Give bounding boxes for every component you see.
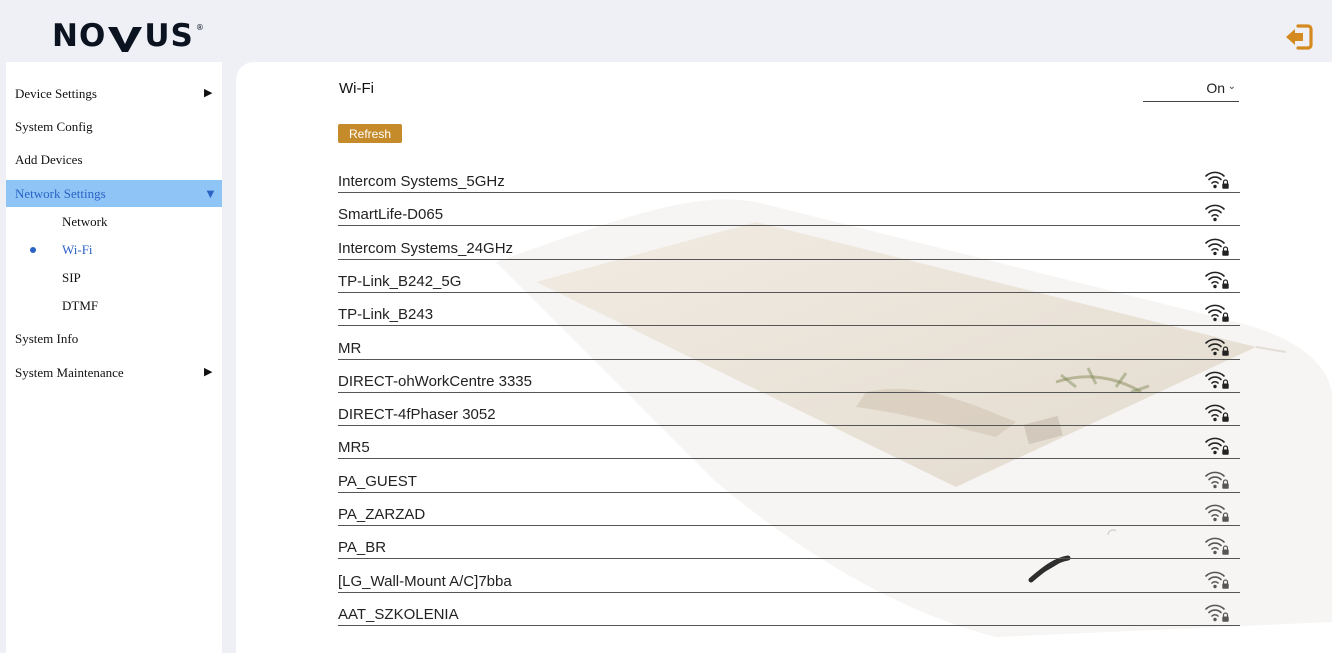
wifi-ssid: MR — [338, 340, 362, 357]
wifi-ssid: TP-Link_B242_5G — [338, 273, 462, 290]
main-panel: Wi-Fi On ⌄ Refresh Intercom Systems_5GHz… — [236, 62, 1332, 653]
wifi-network-row[interactable]: PA_BR — [338, 525, 1240, 559]
wifi-locked-icon — [1205, 504, 1229, 522]
wifi-ssid: Intercom Systems_5GHz — [338, 173, 505, 190]
sidebar-subitem-label: Network — [62, 214, 108, 229]
sidebar-item-system-maintenance[interactable]: System Maintenance ▶ — [6, 359, 222, 386]
sidebar-item-device-settings[interactable]: Device Settings ▶ — [6, 80, 222, 107]
sidebar-subitem-label: SIP — [62, 270, 81, 285]
sidebar-subitem-label: DTMF — [62, 298, 99, 313]
wifi-locked-icon — [1205, 338, 1229, 356]
wifi-network-row[interactable]: MR — [338, 326, 1240, 360]
wifi-locked-icon — [1205, 604, 1229, 622]
sidebar-subitem-network[interactable]: Network — [6, 209, 222, 235]
novus-logo: NO US ® — [52, 18, 205, 54]
wifi-ssid: PA_GUEST — [338, 473, 417, 490]
wifi-locked-icon — [1205, 537, 1229, 555]
sidebar-item-label: Device Settings — [15, 86, 97, 101]
top-bar: NO US ® — [0, 0, 1332, 62]
wifi-locked-icon — [1205, 471, 1229, 489]
chevron-down-icon: ⌄ — [1227, 81, 1236, 92]
wifi-network-row[interactable]: AAT_SZKOLENIA — [338, 592, 1240, 626]
sidebar-subitem-label: Wi-Fi — [62, 242, 93, 257]
sidebar-item-system-info[interactable]: System Info — [6, 325, 222, 352]
expand-arrow-icon: ▶ — [204, 87, 213, 99]
wifi-ssid: SmartLife-D065 — [338, 206, 444, 223]
wifi-ssid: DIRECT-4fPhaser 3052 — [338, 406, 496, 423]
sidebar: Device Settings ▶ System Config Add Devi… — [6, 62, 222, 653]
sidebar-item-label: Network Settings — [15, 186, 106, 201]
wifi-toggle-select[interactable]: On ⌄ — [1143, 75, 1239, 102]
wifi-locked-icon — [1205, 404, 1229, 422]
current-page-dot-icon — [30, 247, 36, 253]
wifi-icon — [1205, 204, 1225, 222]
sidebar-item-system-config[interactable]: System Config — [6, 113, 222, 140]
wifi-network-row[interactable]: Intercom Systems_5GHz — [338, 159, 1240, 193]
wifi-ssid: AAT_SZKOLENIA — [338, 606, 459, 623]
wifi-locked-icon — [1205, 571, 1229, 589]
collapse-arrow-icon: ▼ — [204, 186, 217, 201]
wifi-network-row[interactable]: TP-Link_B243 — [338, 292, 1240, 326]
expand-arrow-icon: ▶ — [204, 366, 213, 378]
wifi-locked-icon — [1205, 171, 1229, 189]
wifi-network-row[interactable]: MR5 — [338, 425, 1240, 459]
wifi-ssid: MR5 — [338, 439, 370, 456]
wifi-locked-icon — [1205, 437, 1229, 455]
sidebar-item-network-settings[interactable]: Network Settings ▼ — [6, 180, 222, 207]
wifi-network-row[interactable]: DIRECT-ohWorkCentre 3335 — [338, 359, 1240, 393]
sidebar-item-label: System Config — [15, 119, 93, 134]
logout-button[interactable] — [1283, 22, 1315, 52]
wifi-ssid: DIRECT-ohWorkCentre 3335 — [338, 373, 532, 390]
sidebar-subitem-dtmf[interactable]: DTMF — [6, 293, 222, 319]
wifi-ssid: PA_BR — [338, 539, 387, 556]
wifi-locked-icon — [1205, 371, 1229, 389]
wifi-network-row[interactable]: Intercom Systems_24GHz — [338, 226, 1240, 260]
wifi-ssid: Intercom Systems_24GHz — [338, 240, 514, 257]
wifi-network-row[interactable]: TP-Link_B242_5G — [338, 259, 1240, 293]
wifi-network-row[interactable]: SmartLife-D065 — [338, 192, 1240, 226]
sidebar-item-label: System Info — [15, 331, 79, 346]
wifi-ssid: [LG_Wall-Mount A/C]7bba — [338, 573, 512, 590]
sidebar-item-label: Add Devices — [15, 152, 83, 167]
refresh-button[interactable]: Refresh — [338, 124, 402, 143]
wifi-network-row[interactable]: DIRECT-4fPhaser 3052 — [338, 392, 1240, 426]
logo-v-mark — [108, 27, 143, 52]
logout-icon — [1286, 24, 1313, 50]
sidebar-item-label: System Maintenance — [15, 365, 124, 380]
wifi-state-value: On — [1206, 80, 1225, 96]
wifi-ssid: TP-Link_B243 — [338, 306, 434, 323]
wifi-ssid: PA_ZARZAD — [338, 506, 426, 523]
sidebar-item-add-devices[interactable]: Add Devices — [6, 146, 222, 173]
wifi-network-row[interactable]: [LG_Wall-Mount A/C]7bba — [338, 559, 1240, 593]
wifi-locked-icon — [1205, 304, 1229, 322]
sidebar-subitem-wifi[interactable]: Wi-Fi — [6, 237, 222, 263]
wifi-network-row[interactable]: PA_ZARZAD — [338, 492, 1240, 526]
wifi-network-row[interactable]: PA_GUEST — [338, 459, 1240, 493]
wifi-locked-icon — [1205, 271, 1229, 289]
wifi-label: Wi-Fi — [339, 80, 374, 97]
sidebar-subitem-sip[interactable]: SIP — [6, 265, 222, 291]
wifi-locked-icon — [1205, 238, 1229, 256]
